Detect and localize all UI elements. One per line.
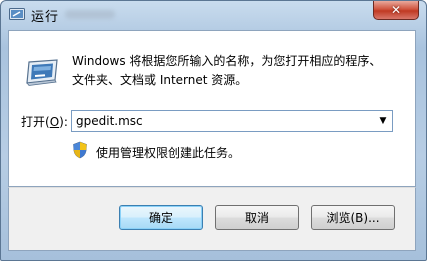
window-title: 运行 bbox=[31, 10, 60, 25]
chevron-down-icon[interactable]: ▼ bbox=[377, 114, 389, 128]
admin-note: 使用管理权限创建此任务。 bbox=[96, 146, 241, 160]
dialog-body: Windows 将根据您所输入的名称，为您打开相应的程序、 文件夹、文档或 In… bbox=[8, 30, 416, 187]
description-line-1: Windows 将根据您所输入的名称，为您打开相应的程序、 bbox=[72, 54, 382, 68]
run-dialog-icon bbox=[26, 59, 58, 86]
open-label: 打开(O): bbox=[21, 113, 68, 130]
open-label-prefix: 打开( bbox=[21, 115, 50, 129]
open-label-suffix: ): bbox=[59, 115, 68, 129]
title-bar[interactable]: 运行 ✕ bbox=[1, 1, 426, 29]
open-label-hotkey: O bbox=[49, 115, 60, 129]
blurred-watermark bbox=[65, 10, 115, 19]
description-line-2: 文件夹、文档或 Internet 资源。 bbox=[72, 73, 248, 87]
cancel-button[interactable]: 取消 bbox=[215, 205, 299, 230]
button-bar: 确定 取消 浏览(B)... bbox=[8, 187, 416, 251]
uac-shield-icon bbox=[73, 141, 87, 159]
close-button[interactable]: ✕ bbox=[373, 1, 419, 20]
close-icon: ✕ bbox=[390, 3, 402, 17]
run-dialog-window: 运行 ✕ Windows 将根据您所输入的名称，为您打开相应的程序、 文件夹、文… bbox=[0, 0, 427, 261]
open-combobox[interactable]: gpedit.msc ▼ bbox=[71, 110, 393, 132]
run-app-icon bbox=[9, 8, 25, 20]
ok-button[interactable]: 确定 bbox=[119, 205, 203, 230]
open-input[interactable]: gpedit.msc bbox=[76, 114, 143, 128]
browse-button[interactable]: 浏览(B)... bbox=[311, 205, 395, 230]
